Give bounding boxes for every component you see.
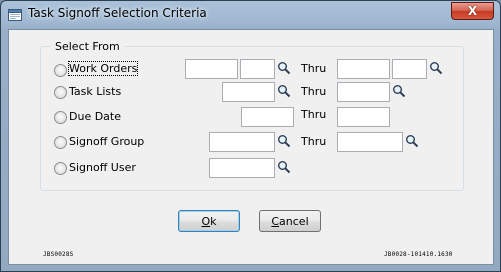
magnifier-icon[interactable] — [405, 134, 419, 148]
work-orders-to-field[interactable] — [337, 59, 390, 79]
cancel-label-rest: ancel — [279, 214, 309, 228]
magnifier-icon[interactable] — [277, 61, 291, 75]
magnifier-icon[interactable] — [277, 134, 291, 148]
window-title: Task Signoff Selection Criteria — [28, 6, 207, 20]
radio-signoff-group[interactable] — [54, 136, 67, 149]
work-orders-from-field[interactable] — [185, 59, 238, 79]
form-id-right: JB0028-101410.1630 — [384, 251, 453, 258]
signoff-group-to-field[interactable] — [337, 132, 403, 152]
app-form-icon — [8, 9, 22, 21]
ok-button[interactable]: Ok — [178, 210, 240, 232]
ok-mnemonic: O — [201, 214, 211, 228]
group-label: Select From — [51, 40, 124, 53]
cancel-mnemonic: C — [271, 214, 280, 228]
form-id-left: JBS0028S — [43, 251, 74, 258]
dialog-client-area: Select From Work Orders Thru Task Lists … — [8, 29, 494, 265]
magnifier-icon[interactable] — [277, 160, 291, 174]
magnifier-icon[interactable] — [277, 84, 291, 98]
radio-due-date[interactable] — [54, 111, 67, 124]
due-date-to-field[interactable] — [337, 107, 390, 127]
task-lists-from-field[interactable] — [222, 82, 275, 102]
radio-signoff-user[interactable] — [54, 162, 67, 175]
close-icon: X — [467, 4, 478, 18]
radio-task-lists[interactable] — [54, 86, 67, 99]
close-button[interactable]: X — [451, 2, 494, 20]
cancel-button[interactable]: Cancel — [259, 210, 321, 232]
magnifier-icon[interactable] — [392, 84, 406, 98]
task-lists-to-field[interactable] — [337, 82, 390, 102]
label-signoff-group[interactable]: Signoff Group — [69, 135, 144, 148]
title-bar[interactable]: Task Signoff Selection Criteria X — [1, 1, 500, 29]
label-work-orders[interactable]: Work Orders — [67, 61, 139, 76]
radio-work-orders[interactable] — [54, 64, 67, 77]
due-date-from-field[interactable] — [241, 107, 294, 127]
label-task-lists[interactable]: Task Lists — [69, 85, 121, 98]
work-orders-to-field-2[interactable] — [392, 59, 427, 79]
work-orders-from-field-2[interactable] — [240, 59, 275, 79]
label-due-date[interactable]: Due Date — [69, 110, 121, 123]
thru-label: Thru — [301, 85, 327, 98]
ok-label-rest: k — [210, 214, 217, 228]
signoff-group-from-field[interactable] — [209, 132, 275, 152]
thru-label: Thru — [301, 62, 327, 75]
thru-label: Thru — [301, 108, 327, 121]
dialog-window: Task Signoff Selection Criteria X Select… — [0, 0, 501, 272]
magnifier-icon[interactable] — [429, 61, 443, 75]
signoff-user-field[interactable] — [209, 158, 275, 178]
label-signoff-user[interactable]: Signoff User — [69, 161, 136, 174]
thru-label: Thru — [301, 135, 327, 148]
